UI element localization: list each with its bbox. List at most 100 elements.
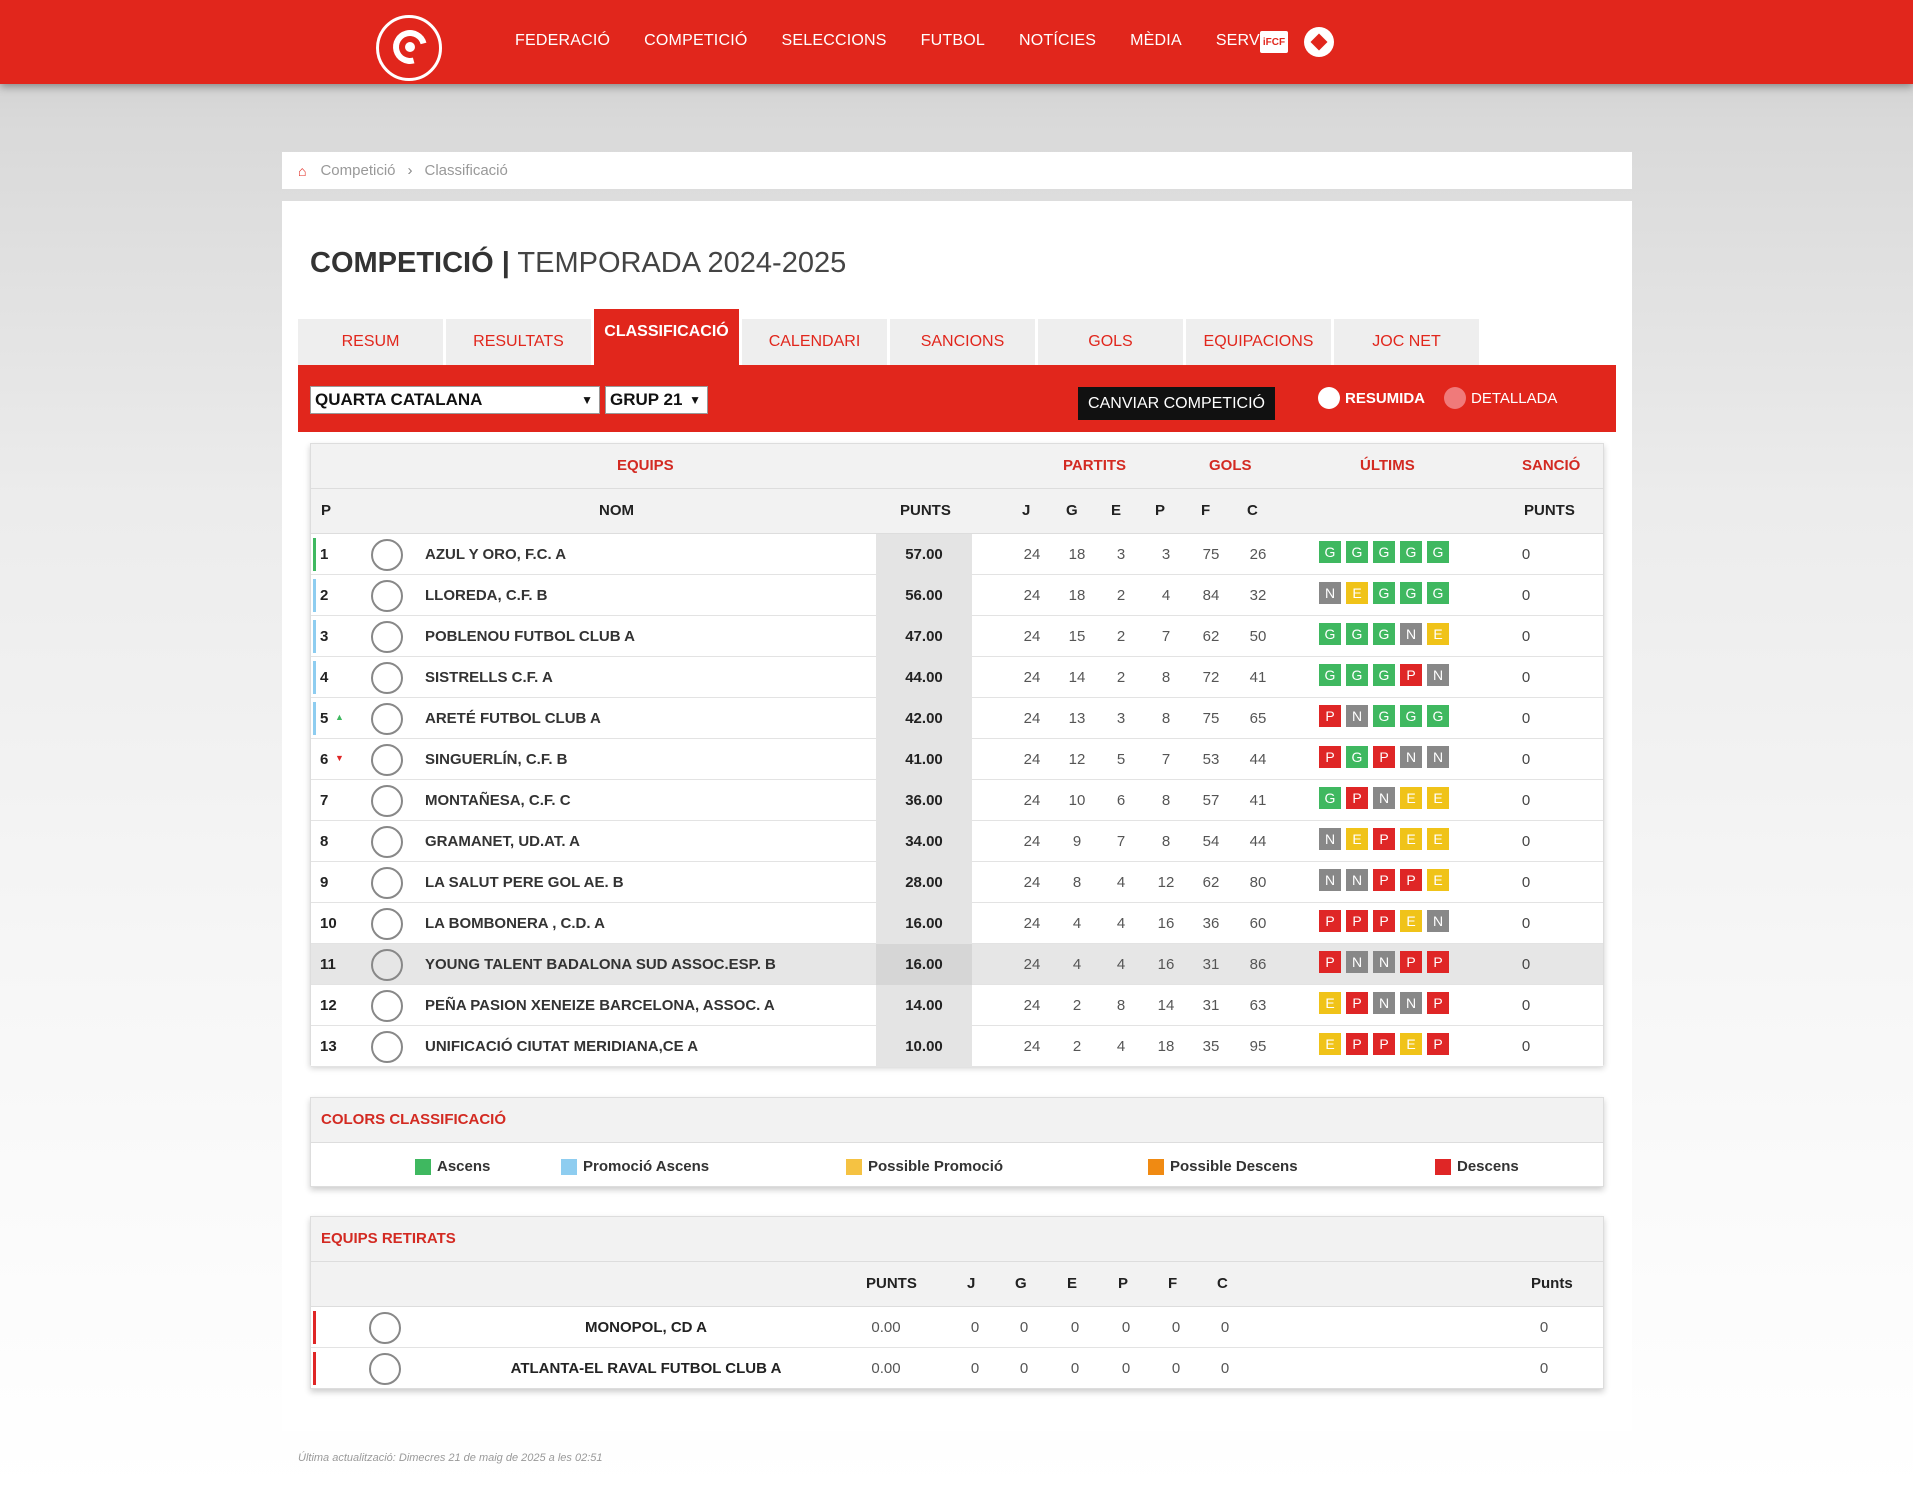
team-crest <box>371 785 403 817</box>
col-j: J <box>1022 502 1031 519</box>
table-row[interactable]: 13 UNIFICACIÓ CIUTAT MERIDIANA,CE A 10.00 2… <box>311 1026 1603 1067</box>
nav-item-noticies[interactable]: NOTÍCIES <box>1019 32 1096 50</box>
table-row[interactable]: 12 PEÑA PASION XENEIZE BARCELONA, ASSOC. … <box>311 985 1603 1026</box>
cell-f: 57 <box>1202 792 1220 809</box>
cell-e: 3 <box>1116 546 1126 563</box>
ifcf-icon[interactable]: iFCF <box>1260 31 1288 53</box>
team-name[interactable]: UNIFICACIÓ CIUTAT MERIDIANA,CE A <box>425 1038 698 1055</box>
nav-item-futbol[interactable]: FUTBOL <box>921 32 985 50</box>
table-row[interactable]: 6 ▼ SINGUERLÍN, C.F. B 41.00 24 12 5 7 53 44 P G P N N… <box>311 739 1603 780</box>
tab-joc-net[interactable]: JOC NET <box>1334 319 1479 365</box>
last-results: PNGGG <box>1319 705 1449 727</box>
cell-sanction: 0 <box>1521 997 1531 1014</box>
withdrawn-header: EQUIPS RETIRATS <box>311 1217 1603 1262</box>
trend-down-icon: ▼ <box>335 753 344 763</box>
tab-gols[interactable]: GOLS <box>1038 319 1183 365</box>
nav-item-seleccions[interactable]: SELECCIONS <box>782 32 887 50</box>
breadcrumb-item-competicio[interactable]: Competició <box>320 162 395 179</box>
home-icon[interactable]: ⌂ <box>298 163 306 179</box>
tab-calendari[interactable]: CALENDARI <box>742 319 887 365</box>
cell-p: 16 <box>1157 956 1175 973</box>
table-row[interactable]: 7 MONTAÑESA, C.F. C 36.00 24 10 6 8 57 41 G P N E E 0 <box>311 780 1603 821</box>
cell-c: 60 <box>1249 915 1267 932</box>
table-row[interactable]: 4 SISTRELLS C.F. A 44.00 24 14 2 8 72 41 G G G P N 0 <box>311 657 1603 698</box>
cell-g: 12 <box>1068 751 1086 768</box>
cell-f: 31 <box>1202 997 1220 1014</box>
nav-item-media[interactable]: MÈDIA <box>1130 32 1182 50</box>
table-row[interactable]: 11 YOUNG TALENT BADALONA SUD ASSOC.ESP. B… <box>311 944 1603 985</box>
cell-e: 4 <box>1116 915 1126 932</box>
tab-sancions[interactable]: SANCIONS <box>890 319 1035 365</box>
table-row[interactable]: 3 POBLENOU FUTBOL CLUB A 47.00 24 15 2 7 62 50 G G… <box>311 616 1603 657</box>
withdrawn-row[interactable]: MONOPOL, CD A 0.00 0 0 0 0 0 0 0 <box>311 1307 1603 1348</box>
team-name[interactable]: SINGUERLÍN, C.F. B <box>425 751 568 768</box>
withdrawn-row[interactable]: ATLANTA-EL RAVAL FUTBOL CLUB A 0.00 0 0 … <box>311 1348 1603 1389</box>
cell-punts: 16.00 <box>876 903 972 944</box>
team-name[interactable]: MONTAÑESA, C.F. C <box>425 792 571 809</box>
cell-p: 16 <box>1157 915 1175 932</box>
cell-position: 4 <box>320 669 329 686</box>
radio-resumida[interactable]: RESUMIDA <box>1318 387 1425 409</box>
football-icon[interactable] <box>1304 27 1334 57</box>
cell-f: 62 <box>1202 874 1220 891</box>
table-row[interactable]: 5 ▲ ARETÉ FUTBOL CLUB A 42.00 24 13 3 8 75 65 P N G G… <box>311 698 1603 739</box>
cell-f: 31 <box>1202 956 1220 973</box>
result-badge: P <box>1346 910 1368 932</box>
change-competition-button[interactable]: CANVIAR COMPETICIÓ <box>1078 387 1275 420</box>
result-badge: P <box>1346 787 1368 809</box>
last-results: PPPEN <box>1319 910 1449 932</box>
group-select[interactable]: GRUP 21 ▼ <box>605 386 708 414</box>
cell-j: 24 <box>1023 792 1041 809</box>
result-badge: N <box>1346 705 1368 727</box>
tab-resum[interactable]: RESUM <box>298 319 443 365</box>
cell-position: 5 <box>320 710 329 727</box>
result-badge: P <box>1427 1033 1449 1055</box>
cell-sanction: 0 <box>1521 628 1531 645</box>
team-name[interactable]: AZUL Y ORO, F.C. A <box>425 546 566 563</box>
team-name[interactable]: LLOREDA, C.F. B <box>425 587 548 604</box>
nav-item-federacio[interactable]: FEDERACIÓ <box>515 32 610 50</box>
cell-punts: 56.00 <box>876 575 972 616</box>
result-badge: N <box>1400 746 1422 768</box>
team-crest <box>371 621 403 653</box>
table-row[interactable]: 1 AZUL Y ORO, F.C. A 57.00 24 18 3 3 75 26 G G G G G 0 <box>311 534 1603 575</box>
cell-sanction: 0 <box>1521 710 1531 727</box>
result-badge: P <box>1400 869 1422 891</box>
team-name[interactable]: GRAMANET, UD.AT. A <box>425 833 580 850</box>
col-p: P <box>321 502 332 519</box>
cell-g: 10 <box>1068 792 1086 809</box>
result-badge: E <box>1400 910 1422 932</box>
table-row[interactable]: 9 LA SALUT PERE GOL AE. B 28.00 24 8 4 12 62 80 N… <box>311 862 1603 903</box>
cell-f: 84 <box>1202 587 1220 604</box>
nav-item-competicio[interactable]: COMPETICIÓ <box>644 32 747 50</box>
cell-sanction: 0 <box>1521 956 1531 973</box>
result-badge: G <box>1373 705 1395 727</box>
radio-detallada[interactable]: DETALLADA <box>1444 387 1557 409</box>
team-name[interactable]: POBLENOU FUTBOL CLUB A <box>425 628 635 645</box>
table-row[interactable]: 8 GRAMANET, UD.AT. A 34.00 24 9 7 8 54 44 N E P E E 0 <box>311 821 1603 862</box>
cell-j: 24 <box>1023 915 1041 932</box>
team-name[interactable]: ARETÉ FUTBOL CLUB A <box>425 710 601 727</box>
competition-select[interactable]: QUARTA CATALANA ▼ <box>310 386 600 414</box>
team-name[interactable]: LA SALUT PERE GOL AE. B <box>425 874 624 891</box>
cell-punts: 44.00 <box>876 657 972 698</box>
cell-p: 8 <box>1161 833 1171 850</box>
colors-legend-header: COLORS CLASSIFICACIÓ <box>311 1098 1603 1143</box>
tab-classificacio[interactable]: CLASSIFICACIÓ <box>594 309 739 365</box>
team-name[interactable]: PEÑA PASION XENEIZE BARCELONA, ASSOC. A <box>425 997 775 1014</box>
breadcrumb-item-classificacio: Classificació <box>424 162 508 179</box>
last-results: NEPEE <box>1319 828 1449 850</box>
tab-equipacions[interactable]: EQUIPACIONS <box>1186 319 1331 365</box>
team-name[interactable]: LA BOMBONERA , C.D. A <box>425 915 605 932</box>
table-row[interactable]: 10 LA BOMBONERA , C.D. A 16.00 24 4 4 16 36 60 P P… <box>311 903 1603 944</box>
team-name[interactable]: SISTRELLS C.F. A <box>425 669 553 686</box>
table-row[interactable]: 2 LLOREDA, C.F. B 56.00 24 18 2 4 84 32 N E G G G 0 <box>311 575 1603 616</box>
team-name[interactable]: YOUNG TALENT BADALONA SUD ASSOC.ESP. B <box>425 956 776 973</box>
cell-e: 6 <box>1116 792 1126 809</box>
cell-punts: 47.00 <box>876 616 972 657</box>
fcf-logo[interactable] <box>376 15 442 81</box>
cell-position: 3 <box>320 628 329 645</box>
result-badge: E <box>1400 787 1422 809</box>
tab-resultats[interactable]: RESULTATS <box>446 319 591 365</box>
result-badge: G <box>1427 705 1449 727</box>
